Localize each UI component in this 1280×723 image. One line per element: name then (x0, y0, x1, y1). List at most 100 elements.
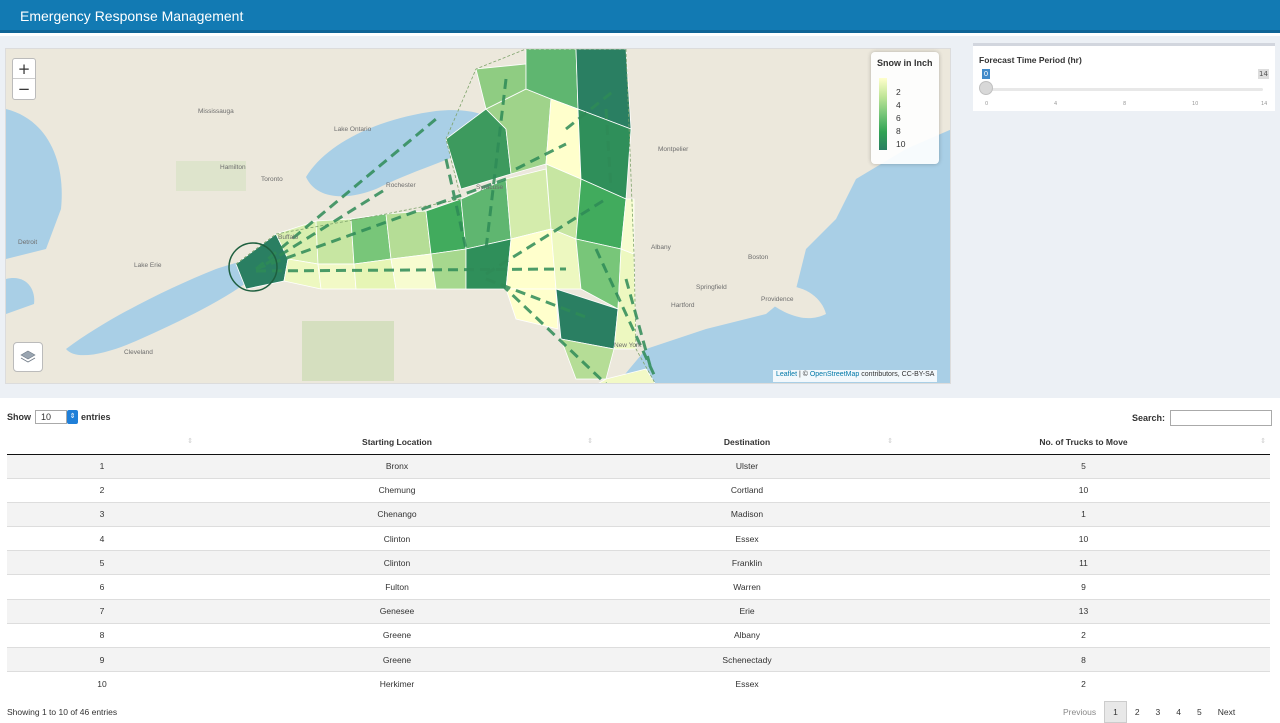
legend-tick: 2 (896, 87, 901, 97)
table-cell: Erie (597, 598, 897, 624)
slider-min-label: 0 (982, 69, 990, 79)
select-stepper-icon[interactable]: ⇕ (67, 410, 78, 424)
legend-gradient (879, 78, 887, 150)
osm-link[interactable]: OpenStreetMap (810, 371, 859, 378)
next-page-button[interactable]: Next (1210, 702, 1243, 722)
slider-grid-label: 4 (1054, 101, 1058, 107)
table-row[interactable]: 8 Greene Albany 2 (7, 622, 1270, 648)
slider-grid-label: 10 (1192, 101, 1199, 107)
table-cell: 7 (7, 598, 197, 624)
table-cell: 10 (7, 671, 197, 696)
page-button-4[interactable]: 4 (1168, 702, 1189, 722)
svg-text:Lake Erie: Lake Erie (134, 262, 162, 269)
svg-text:Toronto: Toronto (261, 176, 283, 183)
table-cell: 9 (897, 574, 1270, 600)
snow-map[interactable]: Mississauga Toronto Hamilton Lake Ontari… (5, 48, 951, 384)
table-cell: Greene (197, 646, 597, 672)
table-cell: 2 (897, 622, 1270, 648)
svg-text:Boston: Boston (748, 254, 769, 261)
table-cell: Albany (597, 622, 897, 648)
svg-text:Hamilton: Hamilton (220, 164, 246, 171)
table-row[interactable]: 10 Herkimer Essex 2 (7, 671, 1270, 696)
page-size-control: Show 10 ⇕ entries (7, 410, 111, 424)
svg-text:Detroit: Detroit (18, 239, 37, 246)
column-header-index[interactable]: ⇕ (7, 430, 197, 455)
svg-text:New York: New York (614, 342, 642, 349)
table-cell: 6 (7, 574, 197, 600)
slider-grid-label: 0 (985, 101, 989, 107)
slider-handle[interactable] (979, 81, 993, 95)
zoom-in-button[interactable]: + (13, 59, 35, 79)
map-attribution: Leaflet | © OpenStreetMap contributors, … (773, 370, 938, 382)
table-row[interactable]: 6 Fulton Warren 9 (7, 574, 1270, 600)
slider-grid-label: 14 (1261, 101, 1268, 107)
app-header: Emergency Response Management (0, 0, 1280, 33)
table-cell: 8 (7, 622, 197, 648)
map-legend: Snow in Inch 2 4 6 8 10 (871, 52, 939, 164)
page-button-2[interactable]: 2 (1127, 702, 1148, 722)
table-row[interactable]: 2 Chemung Cortland 10 (7, 477, 1270, 503)
search-input[interactable] (1170, 410, 1273, 426)
table-search: Search: (1132, 410, 1273, 426)
table-cell: 10 (897, 526, 1270, 551)
sort-icon: ⇕ (1260, 438, 1266, 445)
table-cell: 5 (897, 453, 1270, 479)
leaflet-link[interactable]: Leaflet (776, 371, 797, 378)
table-row[interactable]: 1 Bronx Ulster 5 (7, 453, 1270, 479)
page-button-3[interactable]: 3 (1148, 702, 1169, 722)
legend-tick: 6 (896, 113, 901, 123)
table-cell: Cortland (597, 477, 897, 503)
svg-text:Lake Ontario: Lake Ontario (334, 126, 372, 133)
table-cell: Bronx (197, 453, 597, 479)
table-cell: 2 (7, 477, 197, 503)
entries-label: entries (81, 412, 111, 422)
legend-title: Snow in Inch (877, 58, 933, 68)
table-info: Showing 1 to 10 of 46 entries (7, 707, 118, 717)
table-row[interactable]: 9 Greene Schenectady 8 (7, 646, 1270, 672)
table-cell: Genesee (197, 598, 597, 624)
forecast-label: Forecast Time Period (hr) (979, 55, 1082, 65)
slider-grid-label: 8 (1123, 101, 1127, 107)
show-label: Show (7, 412, 31, 422)
previous-page-button[interactable]: Previous (1055, 702, 1104, 722)
page-button-5[interactable]: 5 (1189, 702, 1210, 722)
column-header-destination[interactable]: Destination ⇕ (597, 430, 897, 455)
column-header-trucks[interactable]: No. of Trucks to Move ⇕ (897, 430, 1270, 455)
legend-tick: 8 (896, 126, 901, 136)
table-cell: 8 (897, 646, 1270, 672)
table-cell: Greene (197, 622, 597, 648)
map-canvas[interactable]: Mississauga Toronto Hamilton Lake Ontari… (6, 49, 951, 384)
table-cell: 2 (897, 671, 1270, 696)
forecast-panel: Forecast Time Period (hr) 0 14 0 4 8 10 … (973, 43, 1275, 111)
table-cell: 1 (897, 501, 1270, 527)
svg-text:Syracuse: Syracuse (476, 184, 503, 191)
svg-text:Providence: Providence (761, 296, 794, 303)
svg-text:Montpelier: Montpelier (658, 146, 689, 153)
table-body: 1 Bronx Ulster 5 2 Chemung Cortland 10 3 Chenango… (7, 453, 1270, 696)
table-row[interactable]: 3 Chenango Madison 1 (7, 501, 1270, 527)
column-header-starting-location[interactable]: Starting Location ⇕ (197, 430, 597, 455)
legend-tick: 10 (896, 139, 906, 149)
trucks-table: ⇕ Starting Location ⇕ Destination ⇕ No. of… (7, 430, 1270, 696)
zoom-out-button[interactable]: − (13, 79, 35, 99)
sort-icon: ⇕ (887, 438, 893, 445)
table-cell: 11 (897, 550, 1270, 575)
table-row[interactable]: 4 Clinton Essex 10 (7, 526, 1270, 551)
table-cell: Chenango (197, 501, 597, 527)
table-cell: Franklin (597, 550, 897, 575)
slider-track[interactable] (985, 88, 1263, 91)
table-cell: Madison (597, 501, 897, 527)
sort-icon: ⇕ (187, 438, 193, 445)
page-size-select[interactable]: 10 ⇕ (35, 410, 78, 424)
table-cell: 4 (7, 526, 197, 551)
layers-button[interactable] (13, 342, 43, 372)
table-cell: 9 (7, 646, 197, 672)
table-cell: 1 (7, 453, 197, 479)
table-cell: Essex (597, 526, 897, 551)
table-cell: Fulton (197, 574, 597, 600)
svg-text:Mississauga: Mississauga (198, 108, 234, 115)
slider-max-label: 14 (1258, 69, 1269, 79)
table-cell: 5 (7, 550, 197, 575)
table-row[interactable]: 5 Clinton Franklin 11 (7, 550, 1270, 575)
table-row[interactable]: 7 Genesee Erie 13 (7, 598, 1270, 624)
